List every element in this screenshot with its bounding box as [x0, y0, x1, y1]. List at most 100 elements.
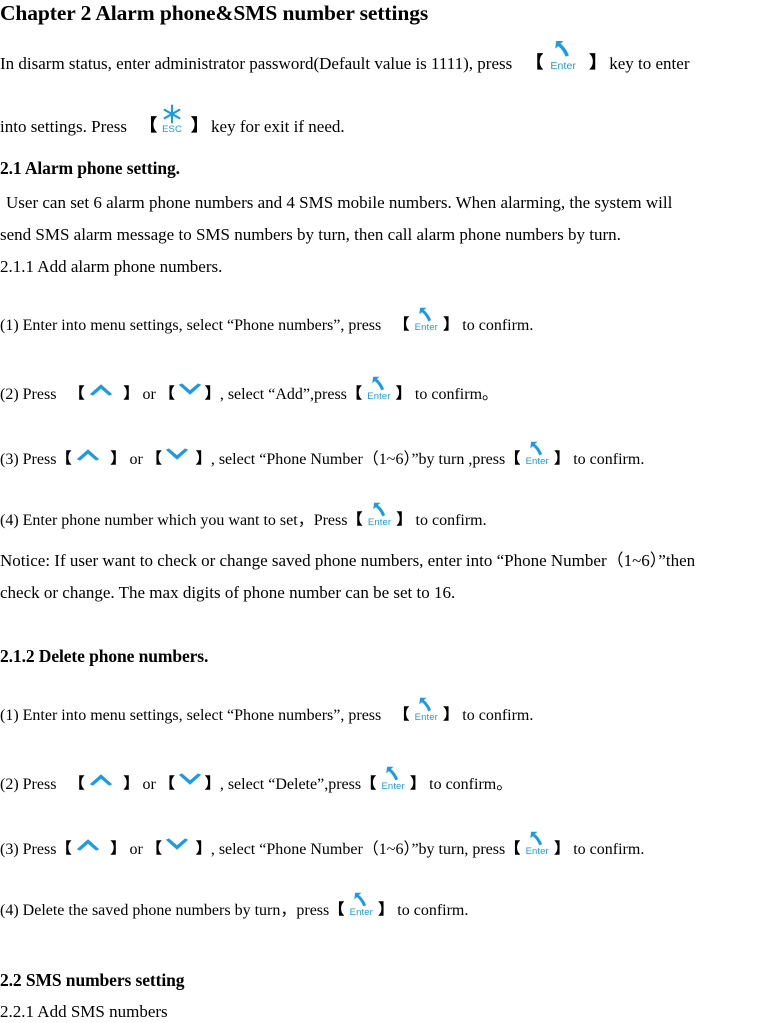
section-2-1-body-line-2: send SMS alarm message to SMS numbers by…	[0, 226, 621, 243]
esc-key-label: ESC	[162, 124, 182, 135]
page-title: Chapter 2 Alarm phone&SMS number setting…	[0, 1, 429, 25]
step-text-before: (3) Press	[0, 451, 57, 468]
bracket-left: 【	[146, 449, 162, 467]
bracket-left: 【	[526, 53, 544, 73]
enter-key-icon: Enter	[344, 892, 378, 919]
body-text: send SMS alarm message to SMS numbers by…	[0, 225, 621, 244]
chevron-down-icon	[164, 447, 190, 462]
bracket-left: 【	[140, 116, 158, 136]
section-heading-2-2-1: 2.2.1 Add SMS numbers	[0, 1002, 168, 1021]
bracket-left: 【	[505, 449, 521, 467]
bracket-right: 】	[378, 900, 394, 918]
bracket-left: 【	[146, 839, 162, 857]
section-heading-2-1: 2.1 Alarm phone setting.	[0, 158, 180, 178]
enter-arrow-icon	[528, 440, 547, 459]
step-text: (3) Press【】 or 【】, select “Phone Number（1~…	[0, 441, 645, 468]
bracket-left: 【	[361, 774, 377, 792]
enter-arrow-icon	[369, 375, 388, 394]
intro-line-1: In disarm status, enter administrator pa…	[0, 41, 689, 73]
enter-arrow-icon	[417, 696, 436, 715]
step-text: (2) Press 【】 or 【】, select “Add”,press【 Ente…	[0, 376, 498, 403]
enter-key-label: Enter	[550, 60, 577, 72]
intro-text-part3: into settings. Press	[0, 117, 128, 136]
step-text: (4) Enter phone number which you want to…	[0, 502, 487, 529]
step-text: (3) Press【】 or 【】, select “Phone Number（1~…	[0, 831, 645, 858]
intro-paragraph-1: In disarm status, enter administrator pa…	[0, 41, 689, 73]
chevron-down-icon	[177, 382, 203, 397]
bracket-right: 】	[396, 510, 412, 528]
enter-arrow-icon	[384, 765, 403, 784]
bracket-right: 】	[195, 449, 211, 467]
chapter-heading-block: Chapter 2 Alarm phone&SMS number setting…	[0, 0, 428, 25]
bracket-right: 】	[204, 774, 220, 792]
bracket-left: 【	[159, 384, 175, 402]
chevron-up-icon	[88, 382, 114, 397]
chevron-up-icon	[88, 772, 114, 787]
bracket-right: 】	[554, 839, 570, 857]
enter-arrow-icon	[528, 830, 547, 849]
chevron-down-icon	[164, 837, 190, 852]
intro-paragraph-2: into settings. Press 【 ESC 】 key for exit if…	[0, 104, 345, 137]
bracket-left: 【	[69, 774, 85, 792]
bracket-right: 】	[123, 384, 139, 402]
enter-key-icon: Enter	[409, 307, 443, 334]
step-text-after: to confirm。	[429, 776, 513, 793]
section-2-2-1-heading-block: 2.2.1 Add SMS numbers	[0, 1003, 168, 1020]
step-text-before: (4) Enter phone number which you want to…	[0, 512, 348, 529]
esc-key-icon: ESC	[157, 104, 187, 137]
enter-arrow-icon	[552, 39, 574, 61]
step-text-before: (4) Delete the saved phone numbers by tu…	[0, 902, 330, 919]
bracket-right: 】	[110, 839, 126, 857]
step-text-tail: , select “Add”,press	[219, 386, 347, 403]
bracket-right: 】	[123, 774, 139, 792]
bracket-right: 】	[395, 384, 411, 402]
bracket-left: 【	[347, 510, 363, 528]
step-text-tail: , select “Delete”,press	[219, 776, 362, 793]
step-text-before: (2) Press	[0, 386, 57, 403]
step-text-after: to confirm.	[462, 317, 534, 334]
enter-key-icon: Enter	[376, 766, 410, 793]
step-text-before: (2) Press	[0, 776, 57, 793]
enter-key-icon: Enter	[362, 376, 396, 403]
step-text: (2) Press 【】 or 【】, select “Delete”,press【 E…	[0, 766, 513, 793]
step-text-after: to confirm.	[462, 707, 534, 724]
step-item: (2) Press 【】 or 【】, select “Delete”,press【 E…	[0, 766, 513, 793]
step-text-tail: , select “Phone Number（1~6）”by turn, pre…	[210, 841, 506, 858]
step-item: (1) Enter into menu settings, select “Ph…	[0, 697, 534, 724]
section-2-1-body-line-1: User can set 6 alarm phone numbers and 4…	[0, 194, 672, 211]
step-text-after: to confirm.	[573, 841, 645, 858]
enter-key-icon: Enter	[363, 502, 397, 529]
step-item: (3) Press【】 or 【】, select “Phone Number（1~…	[0, 831, 645, 858]
step-text-or: or	[142, 386, 156, 403]
enter-arrow-icon	[417, 306, 436, 325]
enter-key-icon: Enter	[543, 41, 583, 73]
intro-text-part1: In disarm status, enter administrator pa…	[0, 54, 513, 73]
intro-text-part4: key for exit if need.	[211, 117, 345, 136]
notice-text: check or change. The max digits of phone…	[0, 583, 456, 602]
notice-line-1: Notice: If user want to check or change …	[0, 552, 695, 569]
section-2-1-heading-block: 2.1 Alarm phone setting.	[0, 158, 180, 178]
asterisk-icon	[161, 103, 183, 125]
step-text: (1) Enter into menu settings, select “Ph…	[0, 307, 534, 334]
bracket-left: 【	[505, 839, 521, 857]
step-text-after: to confirm.	[573, 451, 645, 468]
bracket-left: 【	[56, 449, 72, 467]
section-2-1-1-heading-block: 2.1.1 Add alarm phone numbers.	[0, 258, 222, 275]
intro-line-2: into settings. Press 【 ESC 】 key for exit if…	[0, 104, 345, 137]
bracket-right: 】	[110, 449, 126, 467]
step-text-or: or	[129, 841, 143, 858]
bracket-left: 【	[394, 705, 410, 723]
enter-arrow-icon	[352, 891, 371, 910]
chevron-down-icon	[177, 772, 203, 787]
bracket-right: 】	[554, 449, 570, 467]
step-text-after: to confirm.	[397, 902, 469, 919]
bracket-right: 】	[204, 384, 220, 402]
notice-line-2: check or change. The max digits of phone…	[0, 584, 455, 601]
section-2-1-2-heading-block: 2.1.2 Delete phone numbers.	[0, 647, 208, 666]
notice-text: Notice: If user want to check or change …	[0, 551, 696, 570]
bracket-left: 【	[329, 900, 345, 918]
bracket-right: 】	[191, 116, 209, 136]
step-item: (4) Enter phone number which you want to…	[0, 502, 487, 529]
section-2-2-heading-block: 2.2 SMS numbers setting	[0, 971, 184, 990]
body-text: User can set 6 alarm phone numbers and 4…	[6, 193, 673, 212]
